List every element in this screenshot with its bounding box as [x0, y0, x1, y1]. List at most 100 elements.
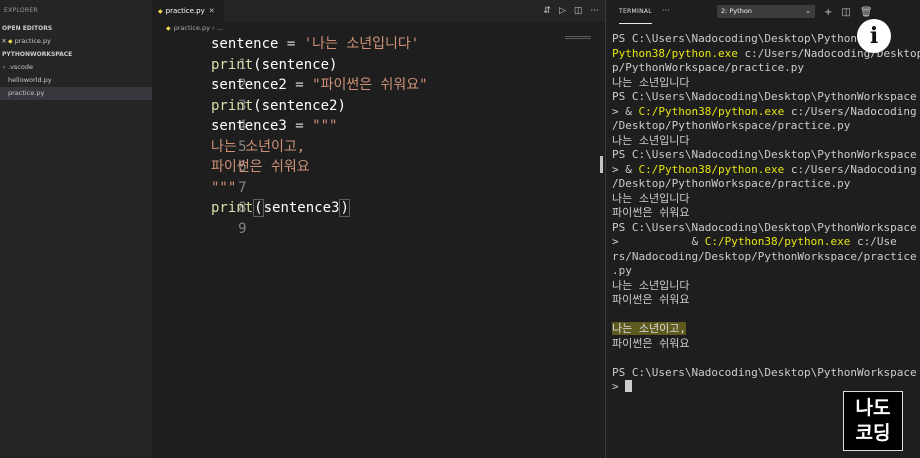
breadcrumb-more[interactable]: ...	[217, 24, 223, 32]
tab-terminal[interactable]: TERMINAL	[619, 0, 652, 24]
chevron-down-icon: ⌄	[805, 7, 811, 15]
terminal-text: /Desktop/PythonWorkspace/practice.py	[612, 119, 851, 132]
terminal-line: p/PythonWorkspace/practice.py	[612, 61, 912, 76]
close-icon[interactable]: ✕	[0, 35, 8, 48]
terminal-line: .py	[612, 264, 912, 279]
terminal-cursor	[625, 380, 633, 392]
terminal-line: 나는 소년입니다	[612, 192, 912, 207]
python-file-icon: ◆	[8, 38, 13, 45]
open-editor-item[interactable]: ✕◆ practice.py	[0, 35, 152, 48]
code-line[interactable]: 1 sentence = '나는 소년입니다'	[152, 34, 605, 73]
tree-item-label: .vscode	[8, 63, 33, 71]
tree-item-helloworld[interactable]: helloworld.py	[0, 74, 152, 87]
terminal-text: p/PythonWorkspace/practice.py	[612, 61, 805, 74]
code-editor[interactable]: 1 sentence = '나는 소년입니다' 2 print(sentence…	[152, 34, 605, 237]
terminal-text: > &	[612, 162, 639, 176]
terminal-path-text: Python38/python.exe	[612, 46, 738, 60]
terminal-line: 나는 소년입니다	[612, 134, 912, 149]
terminal-line: > & C:/Python38/python.exe c:/Users/Nado…	[612, 104, 917, 120]
open-editors-header[interactable]: OPEN EDITORS	[0, 22, 152, 35]
terminal-text: c:/Users/Nadocoding	[784, 104, 917, 118]
breadcrumb-file[interactable]: practice.py	[174, 24, 210, 32]
tree-item-vscode[interactable]: › .vscode	[0, 61, 152, 74]
split-icon[interactable]: ◫	[841, 7, 850, 18]
terminal-text: 파이썬은 쉬워요	[612, 206, 690, 219]
tree-item-practice[interactable]: practice.py	[0, 87, 152, 100]
more-icon[interactable]: ···	[590, 6, 599, 16]
terminal-line: PS C:\Users\Nadocoding\Desktop\PythonWor…	[612, 90, 917, 105]
editor-tabbar: ◆ practice.py ✕ ⇵ ▷ ◫ ···	[152, 0, 605, 22]
code-line[interactable]: 8 """	[152, 178, 605, 217]
terminal-path-text: C:/Python38/python.exe	[638, 162, 785, 176]
workspace-header[interactable]: PYTHONWORKSPACE	[0, 48, 152, 61]
tab-practice[interactable]: ◆ practice.py ✕	[152, 0, 224, 22]
channel-logo: 나도 코딩	[843, 391, 903, 451]
code-line[interactable]: 5 sentence3 = """	[152, 116, 605, 155]
code-line[interactable]: 6 나는 소년이고,	[152, 137, 605, 176]
run-icon[interactable]: ▷	[559, 6, 566, 16]
tab-label: practice.py	[165, 7, 205, 15]
tree-item-label: helloworld.py	[8, 76, 52, 84]
terminal-select[interactable]: 2: Python ⌄	[717, 5, 815, 18]
code-line[interactable]: 2 print(sentence)	[152, 55, 605, 94]
line-number: 9	[238, 220, 247, 237]
terminal-text: PS C:\Users\Nadocoding\Desktop\PythonWor…	[612, 90, 917, 103]
info-icon[interactable]: i	[857, 19, 891, 53]
terminal-line: rs/Nadocoding/Desktop/PythonWorkspace/pr…	[612, 250, 917, 265]
code-line[interactable]: 3 sentence2 = "파이썬은 쉬워요"	[152, 75, 605, 114]
terminal-text: c:/Use	[850, 235, 897, 248]
close-icon[interactable]: ✕	[209, 7, 215, 15]
split-editor-icon[interactable]: ◫	[574, 6, 583, 16]
terminal-text: 파이썬은 쉬워요	[612, 293, 690, 306]
editor-actions: ⇵ ▷ ◫ ···	[543, 0, 599, 22]
python-file-icon: ◆	[158, 8, 163, 15]
terminal-line: PS C:\Users\Nadocoding\Desktop\PythonWor…	[612, 221, 917, 236]
trash-icon[interactable]: 🗑	[860, 7, 873, 18]
terminal-line: /Desktop/PythonWorkspace/practice.py	[612, 119, 912, 134]
code-line[interactable]: 9 print(sentence3)	[152, 198, 605, 237]
terminal-line: PS C:\Users\Nadocoding\Desktop\PythonWor…	[612, 366, 917, 381]
terminal-text: /Desktop/PythonWorkspace/practice.py	[612, 177, 851, 190]
terminal-line: 나는 소년입니다	[612, 279, 912, 294]
terminal-text: .py	[612, 264, 632, 277]
open-editor-label: practice.py	[14, 37, 51, 45]
terminal-text: c:/Users/Nadocoding	[784, 162, 917, 176]
terminal-text: > &	[612, 235, 705, 248]
terminal-text: 나는 소년입니다	[612, 75, 690, 89]
terminal-text: 파이썬은 쉬워요	[612, 336, 690, 350]
python-file-icon: ◆	[166, 25, 171, 32]
logo-line-1: 나도	[855, 397, 891, 419]
terminal-text: PS C:\Users\Nadocoding\Desktop\PythonWo	[612, 32, 871, 45]
terminal-line: 파이썬은 쉬워요	[612, 206, 912, 221]
explorer-sidebar: EXPLORER OPEN EDITORS ✕◆ practice.py PYTH…	[0, 0, 152, 458]
code-line[interactable]: 4 print(sentence2)	[152, 96, 605, 135]
terminal-text: 나는 소년입니다	[612, 133, 690, 147]
terminal-text: 나는 소년입니다	[612, 191, 690, 205]
terminal-line: PS C:\Users\Nadocoding\Desktop\PythonWor…	[612, 148, 917, 163]
terminal-line: > & C:/Python38/python.exe c:/Use	[612, 235, 912, 250]
code-line[interactable]: 7 파이썬은 쉬워요	[152, 157, 605, 196]
breadcrumb: ◆ practice.py › ...	[166, 24, 223, 32]
terminal-select-value: 2: Python	[721, 7, 752, 15]
explorer-title: EXPLORER	[4, 7, 38, 14]
terminal-line: 파이썬은 쉬워요	[612, 293, 912, 308]
add-icon[interactable]: +	[824, 7, 832, 18]
terminal-path-text: C:/Python38/python.exe	[638, 104, 785, 118]
terminal-selection: 나는 소년이고,	[612, 322, 686, 335]
logo-line-2: 코딩	[855, 422, 891, 444]
terminal-text: PS C:\Users\Nadocoding\Desktop\PythonWor…	[612, 148, 917, 161]
terminal-line: > & C:/Python38/python.exe c:/Users/Nado…	[612, 162, 917, 178]
terminal-text: PS C:\Users\Nadocoding\Desktop\PythonWor…	[612, 365, 917, 379]
compare-icon[interactable]: ⇵	[543, 6, 551, 16]
more-icon[interactable]: ···	[662, 0, 670, 22]
terminal-line: 나는 소년이고,	[612, 322, 912, 337]
tree-item-label: practice.py	[8, 89, 45, 97]
terminal-output[interactable]: PS C:\Users\Nadocoding\Desktop\PythonWo C…	[612, 32, 920, 395]
terminal-line: 파이썬은 쉬워요	[612, 337, 912, 352]
terminal-text: >	[612, 380, 626, 393]
editor-area: ◆ practice.py ✕ ⇵ ▷ ◫ ··· ◆ practice.py › .…	[152, 0, 605, 458]
terminal-text: PS C:\Users\Nadocoding\Desktop\PythonWor…	[612, 220, 917, 234]
terminal-text: rs/Nadocoding/Desktop/PythonWorkspace/pr…	[612, 249, 917, 263]
